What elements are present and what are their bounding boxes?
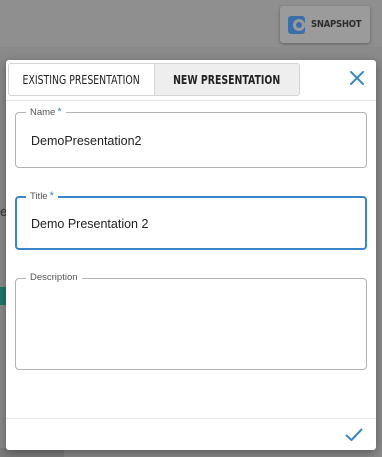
description-field[interactable]: Description: [15, 271, 367, 370]
snapshot-button[interactable]: SNAPSHOT: [280, 6, 370, 43]
snapshot-label: SNAPSHOT: [310, 19, 362, 30]
close-icon: [350, 71, 364, 85]
tab-existing-presentation[interactable]: EXISTING PRESENTATION: [9, 64, 155, 95]
presentation-tabs: EXISTING PRESENTATION NEW PRESENTATION: [8, 63, 300, 96]
title-field-value: Demo Presentation 2: [31, 217, 149, 231]
confirm-button[interactable]: [343, 424, 365, 446]
tab-new-label: NEW PRESENTATION: [173, 72, 281, 87]
required-marker: *: [49, 190, 54, 202]
required-marker: *: [57, 106, 62, 118]
description-field-label: Description: [26, 271, 82, 285]
close-button[interactable]: [346, 67, 368, 89]
header-divider: [6, 100, 376, 101]
tab-new-presentation[interactable]: NEW PRESENTATION: [155, 64, 299, 95]
name-field[interactable]: Name * DemoPresentation2: [15, 105, 367, 168]
title-field[interactable]: Title * Demo Presentation 2: [15, 189, 367, 250]
footer-divider: [6, 418, 376, 419]
presentation-dialog: EXISTING PRESENTATION NEW PRESENTATION N…: [6, 60, 376, 450]
name-field-label: Name *: [26, 105, 66, 120]
checkmark-icon: [345, 428, 363, 441]
title-field-label: Title *: [26, 189, 58, 204]
name-field-value: DemoPresentation2: [31, 134, 142, 148]
tab-existing-label: EXISTING PRESENTATION: [22, 72, 141, 87]
camera-icon: [288, 15, 305, 34]
